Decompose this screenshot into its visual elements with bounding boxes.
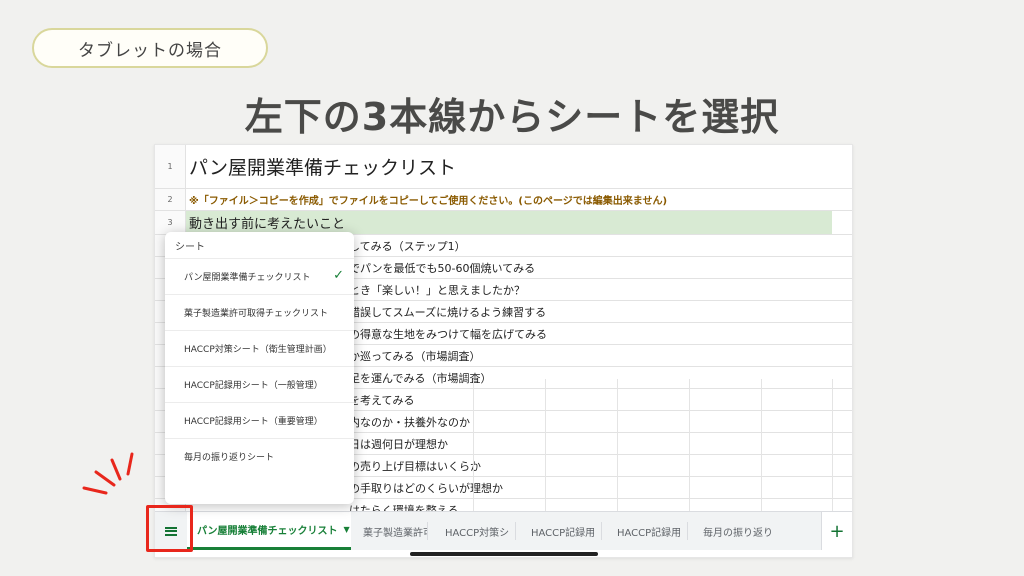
- sheet-list-item[interactable]: HACCP記録用シート（重要管理）: [165, 402, 354, 438]
- page-headline: 左下の3本線からシートを選択: [244, 95, 780, 139]
- tab-divider: [427, 522, 428, 540]
- column-divider: [832, 379, 833, 513]
- checklist-cell: とき「楽しい！」と思えましたか？: [349, 283, 525, 297]
- column-divider: [761, 379, 762, 513]
- tab-divider: [515, 522, 516, 540]
- sheet-title-cell: パン屋開業準備チェックリスト: [189, 157, 456, 179]
- tab-active-sheet[interactable]: パン屋開業準備チェックリスト ▼: [187, 512, 351, 550]
- column-divider: [689, 379, 690, 513]
- tab-divider: [601, 522, 602, 540]
- tab-sheet[interactable]: HACCP記録用: [521, 512, 601, 550]
- sheet-list-label: 毎月の振り返りシート: [184, 453, 275, 463]
- column-divider: [617, 379, 618, 513]
- checklist-cell: でパンを最低でも50-60個焼いてみる: [349, 261, 536, 275]
- row-number: 3: [155, 211, 186, 234]
- checkmark-icon: ✓: [333, 268, 344, 283]
- row-number: 2: [155, 189, 186, 210]
- sheet-list-label: HACCP記録用シート（重要管理）: [184, 417, 323, 427]
- sheet-list-item[interactable]: 菓子製造業許可取得チェックリスト: [165, 294, 354, 330]
- sheet-list-label: HACCP記録用シート（一般管理）: [184, 381, 323, 391]
- tab-label: パン屋開業準備チェックリスト: [197, 526, 338, 537]
- plus-icon: +: [829, 520, 845, 542]
- checklist-cell: を考えてみる: [349, 393, 415, 407]
- sheet-list-popup: シート パン屋開業準備チェックリスト ✓ 菓子製造業許可取得チェックリスト HA…: [165, 232, 354, 504]
- highlight-box: [146, 505, 193, 552]
- checklist-cell: してみる（ステップ1）: [349, 239, 466, 253]
- tab-sheet[interactable]: 毎月の振り返り: [693, 512, 783, 550]
- column-divider: [545, 379, 546, 513]
- row-number: 1: [155, 145, 186, 188]
- tab-sheet[interactable]: 菓子製造業許可: [353, 512, 427, 550]
- tab-divider: [687, 522, 688, 540]
- add-sheet-button[interactable]: +: [821, 512, 852, 550]
- checklist-cell: 錯誤してスムーズに焼けるよう練習する: [349, 305, 547, 319]
- popup-title: シート: [175, 242, 205, 253]
- checklist-cell: 日は週何日が理想か: [349, 437, 448, 451]
- checklist-cell: か巡ってみる（市場調査）: [349, 349, 481, 363]
- checklist-cell: 内なのか・扶養外なのか: [349, 415, 470, 429]
- checklist-cell: の得意な生地をみつけて幅を広げてみる: [349, 327, 547, 341]
- home-indicator: [410, 552, 598, 556]
- sheet-list-label: パン屋開業準備チェックリスト: [184, 273, 311, 283]
- sheet-list-label: 菓子製造業許可取得チェックリスト: [184, 309, 329, 319]
- sheet-list-item[interactable]: パン屋開業準備チェックリスト ✓: [165, 258, 354, 294]
- sheet-list-label: HACCP対策シート（衛生管理計画）: [184, 345, 332, 355]
- checklist-cell: 足を運んでみる（市場調査）: [349, 371, 492, 385]
- sheet-tab-bar: パン屋開業準備チェックリスト ▼ 菓子製造業許可 HACCP対策シ HACCP記…: [155, 511, 852, 550]
- section-header-cell: 動き出す前に考えたいこと: [189, 217, 346, 232]
- sheet-row[interactable]: 1 パン屋開業準備チェックリスト: [155, 145, 852, 189]
- caret-down-icon[interactable]: ▼: [344, 525, 350, 534]
- tab-sheet[interactable]: HACCP対策シ: [435, 512, 513, 550]
- tab-sheet[interactable]: HACCP記録用: [607, 512, 687, 550]
- tablet-badge: タブレットの場合: [32, 28, 268, 68]
- sheet-list-item[interactable]: HACCP記録用シート（一般管理）: [165, 366, 354, 402]
- checklist-cell: の売り上げ目標はいくらか: [349, 459, 481, 473]
- sheet-list-item[interactable]: 毎月の振り返りシート: [165, 438, 354, 474]
- column-divider: [473, 379, 474, 513]
- sheet-list-item[interactable]: HACCP対策シート（衛生管理計画）: [165, 330, 354, 366]
- checklist-cell: の手取りはどのくらいが理想か: [349, 481, 503, 495]
- attention-sparks-icon: [82, 452, 134, 495]
- copy-notice-cell: ※「ファイル＞コピーを作成」でファイルをコピーしてご使用ください。(このページで…: [189, 196, 668, 207]
- sheet-row[interactable]: 2 ※「ファイル＞コピーを作成」でファイルをコピーしてご使用ください。(このペー…: [155, 189, 852, 211]
